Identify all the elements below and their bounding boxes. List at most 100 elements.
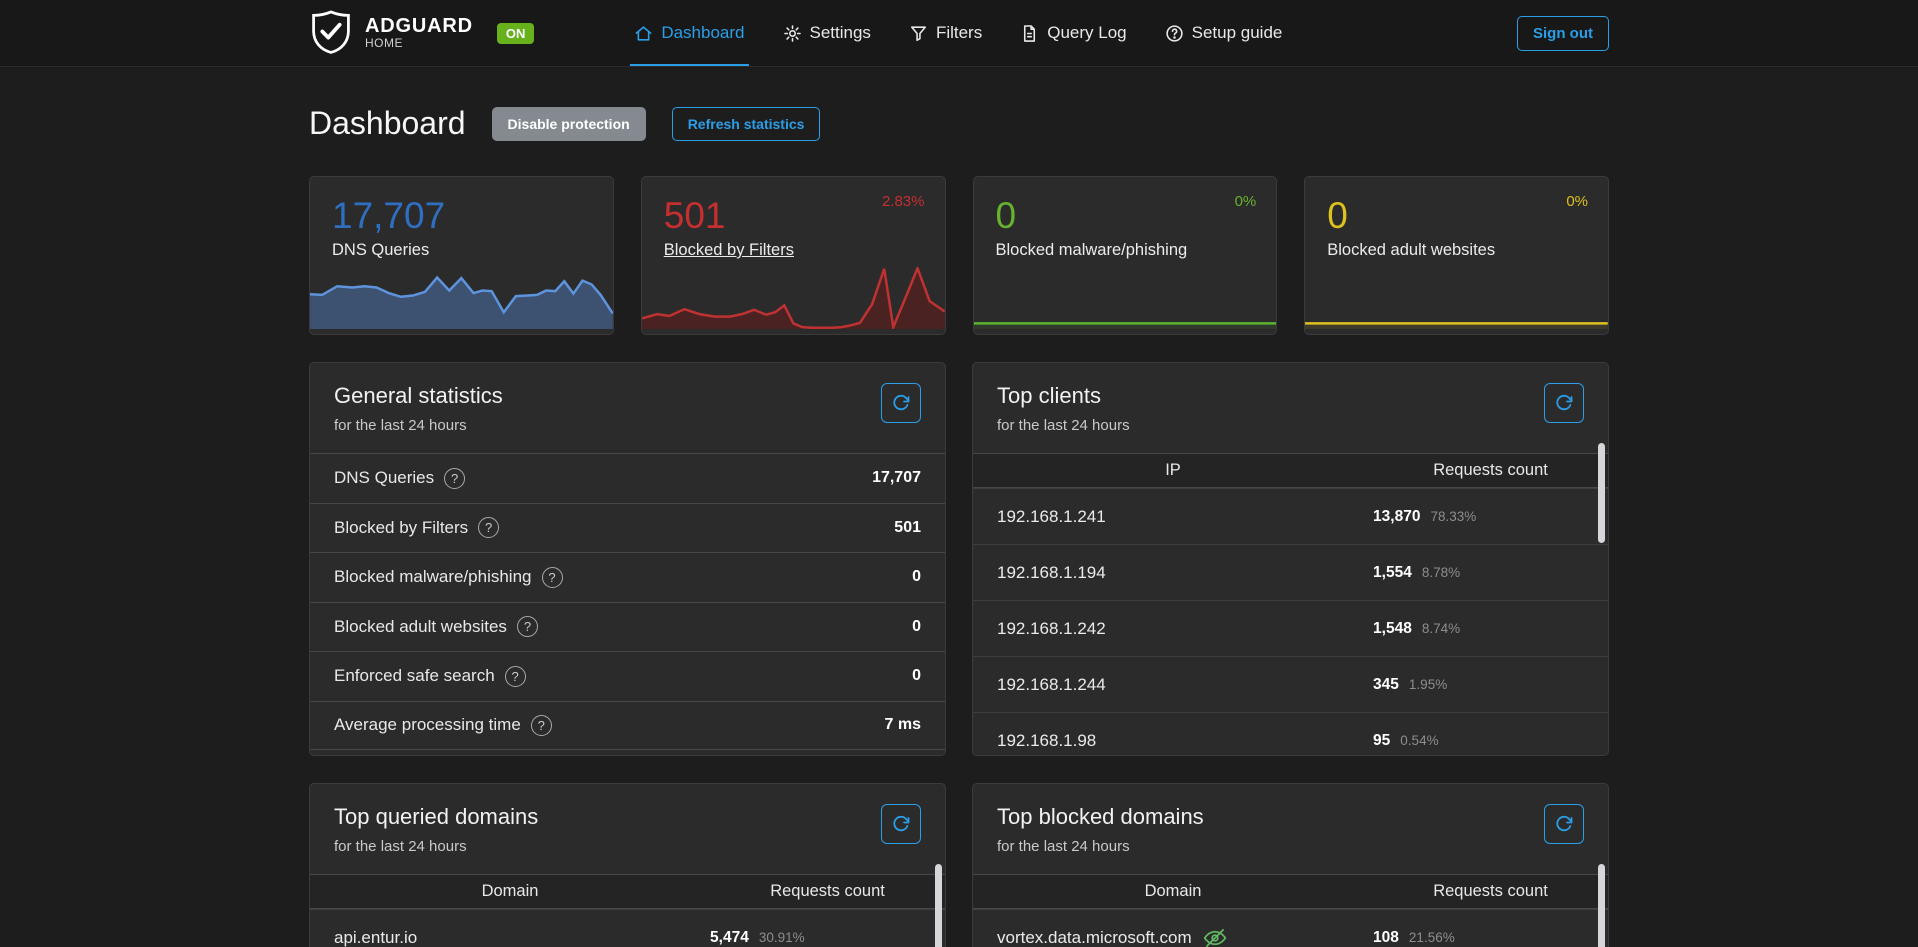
home-icon (634, 24, 653, 43)
blocked-malware-value: 0 (996, 195, 1255, 237)
client-row: 192.168.1.194 1,5548.78% (973, 544, 1608, 600)
top-queried-header: Domain Requests count (310, 874, 945, 909)
refresh-top-queried-button[interactable] (881, 804, 921, 844)
page-title: Dashboard (309, 105, 466, 142)
dashboard-page: Dashboard Disable protection Refresh sta… (309, 67, 1609, 947)
funnel-icon (909, 24, 928, 43)
stat-value: 17,707 (872, 469, 921, 487)
blocked-adult-percent: 0% (1566, 193, 1588, 210)
stat-value: 501 (894, 519, 921, 537)
stat-label: Blocked malware/phishing (334, 567, 532, 587)
column-requests-count: Requests count (1373, 461, 1608, 480)
request-percent: 30.91% (759, 930, 805, 945)
dns-queries-sparkline (310, 267, 613, 329)
nav-item-filters[interactable]: Filters (909, 0, 982, 66)
request-percent: 0.54% (1400, 733, 1438, 748)
stat-label: Blocked adult websites (334, 617, 507, 637)
client-ip: 192.168.1.241 (973, 507, 1373, 527)
request-count: 345 (1373, 676, 1399, 694)
scrollbar-thumb[interactable] (1598, 443, 1605, 543)
request-count: 13,870 (1373, 508, 1420, 526)
stat-row-blocked-malware: Blocked malware/phishing? 0 (310, 552, 945, 602)
general-statistics-panel: General statistics for the last 24 hours… (309, 362, 946, 756)
eye-off-icon[interactable] (1202, 925, 1228, 947)
scrollbar-thumb[interactable] (1598, 864, 1605, 947)
scrollbar-thumb[interactable] (935, 864, 942, 947)
blocked-malware-sparkline (974, 267, 1277, 329)
request-percent: 8.78% (1422, 565, 1460, 580)
blocked-adult-value: 0 (1327, 195, 1586, 237)
column-requests-count: Requests count (710, 882, 945, 901)
help-icon[interactable]: ? (531, 715, 552, 736)
column-requests-count: Requests count (1373, 882, 1608, 901)
help-icon[interactable]: ? (505, 666, 526, 687)
stat-row-blocked-adult: Blocked adult websites? 0 (310, 602, 945, 652)
nav-item-dashboard[interactable]: Dashboard (634, 0, 744, 66)
stat-label: Enforced safe search (334, 666, 495, 686)
help-icon[interactable]: ? (444, 468, 465, 489)
client-row: 192.168.1.244 3451.95% (973, 656, 1608, 712)
stat-row-dns-queries: DNS Queries? 17,707 (310, 453, 945, 503)
blocked-filters-sparkline (642, 267, 945, 329)
refresh-top-blocked-button[interactable] (1544, 804, 1584, 844)
disable-protection-button[interactable]: Disable protection (492, 107, 646, 141)
refresh-general-statistics-button[interactable] (881, 383, 921, 423)
request-count: 95 (1373, 732, 1390, 750)
top-queried-title: Top queried domains (334, 804, 921, 830)
dns-queries-label: DNS Queries (332, 241, 429, 260)
help-icon[interactable]: ? (478, 517, 499, 538)
top-queried-subtitle: for the last 24 hours (334, 838, 921, 855)
sign-out-button[interactable]: Sign out (1517, 16, 1609, 51)
nav-item-query-log[interactable]: Query Log (1020, 0, 1126, 66)
top-clients-title: Top clients (997, 383, 1584, 409)
request-count: 1,548 (1373, 620, 1412, 638)
refresh-statistics-button[interactable]: Refresh statistics (672, 107, 821, 141)
domain-row: vortex.data.microsoft.com 10821.56% (973, 909, 1608, 947)
brand-sub: HOME (365, 37, 473, 50)
stat-value: 7 ms (885, 716, 921, 734)
nav-item-settings[interactable]: Settings (783, 0, 871, 66)
gear-icon (783, 24, 802, 43)
top-clients-subtitle: for the last 24 hours (997, 417, 1584, 434)
top-blocked-domains-panel: Top blocked domains for the last 24 hour… (972, 783, 1609, 947)
domain-name: api.entur.io (310, 928, 710, 947)
refresh-icon (1555, 815, 1573, 833)
blocked-filters-link[interactable]: Blocked by Filters (664, 241, 794, 260)
nav-item-label: Dashboard (661, 23, 744, 43)
request-count: 108 (1373, 929, 1399, 947)
top-blocked-subtitle: for the last 24 hours (997, 838, 1584, 855)
client-ip: 192.168.1.194 (973, 563, 1373, 583)
client-row: 192.168.1.98 95 0.54% (973, 712, 1608, 756)
top-navbar: ADGUARD HOME ON Dashboard Settings Filte… (0, 0, 1918, 67)
client-ip: 192.168.1.98 (973, 731, 1373, 751)
blocked-malware-label: Blocked malware/phishing (996, 241, 1188, 260)
protection-status-badge: ON (497, 23, 535, 44)
help-icon[interactable]: ? (517, 616, 538, 637)
help-icon[interactable]: ? (542, 567, 563, 588)
domain-row: api.entur.io 5,474 30.91% (310, 909, 945, 947)
dns-queries-value: 17,707 (332, 195, 591, 237)
general-statistics-title: General statistics (334, 383, 921, 409)
stat-label: Blocked by Filters (334, 518, 468, 538)
general-statistics-subtitle: for the last 24 hours (334, 417, 921, 434)
request-count: 5,474 (710, 929, 749, 947)
blocked-adult-card: 0% 0 Blocked adult websites (1304, 176, 1609, 335)
nav-item-label: Setup guide (1192, 23, 1283, 43)
request-percent: 78.33% (1430, 509, 1476, 524)
nav-menu: Dashboard Settings Filters Query Log Set… (634, 0, 1282, 66)
blocked-filters-percent: 2.83% (882, 193, 925, 210)
blocked-adult-sparkline (1305, 267, 1608, 329)
top-clients-panel: Top clients for the last 24 hours IP Req… (972, 362, 1609, 756)
stat-label: DNS Queries (334, 468, 434, 488)
refresh-top-clients-button[interactable] (1544, 383, 1584, 423)
client-row: 192.168.1.241 13,870 78.33% (973, 488, 1608, 544)
nav-item-label: Query Log (1047, 23, 1126, 43)
stat-label: Average processing time (334, 715, 521, 735)
client-ip: 192.168.1.244 (973, 675, 1373, 695)
top-blocked-title: Top blocked domains (997, 804, 1584, 830)
stat-cards: 17,707 DNS Queries 2.83% 501 Blocked by … (309, 176, 1609, 335)
stat-value: 0 (912, 618, 921, 636)
column-ip: IP (973, 461, 1373, 480)
nav-item-setup-guide[interactable]: Setup guide (1165, 0, 1283, 66)
stat-value: 0 (912, 568, 921, 586)
